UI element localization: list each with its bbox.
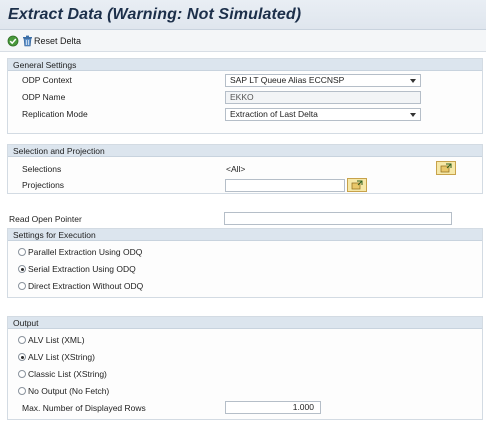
projections-edit-button[interactable]	[347, 178, 367, 192]
radio-button[interactable]	[18, 353, 26, 361]
max-rows-value: 1.000	[292, 402, 314, 412]
multiple-selection-icon	[440, 163, 452, 173]
execute-button[interactable]	[7, 34, 19, 48]
selections-value: <All>	[226, 164, 246, 174]
radio-label: Parallel Extraction Using ODQ	[28, 247, 143, 257]
radio-button[interactable]	[18, 370, 26, 378]
radio-button[interactable]	[18, 265, 26, 273]
trash-icon	[23, 35, 32, 47]
output-group: Output ALV List (XML) ALV List (XString)…	[7, 316, 483, 420]
max-rows-input[interactable]: 1.000	[225, 401, 321, 414]
selections-edit-button[interactable]	[436, 161, 456, 175]
radio-no-output[interactable]: No Output (No Fetch)	[18, 385, 109, 397]
radio-label: Direct Extraction Without ODQ	[28, 281, 144, 291]
execution-settings-group: Settings for Execution Parallel Extracti…	[7, 228, 483, 298]
read-open-pointer-input[interactable]	[224, 212, 452, 225]
title-bar: Extract Data (Warning: Not Simulated)	[0, 0, 486, 30]
selection-projection-group: Selection and Projection Selections <All…	[7, 144, 483, 194]
radio-serial-extraction[interactable]: Serial Extraction Using ODQ	[18, 263, 136, 275]
odp-name-value: EKKO	[230, 92, 254, 102]
replication-mode-dropdown[interactable]: Extraction of Last Delta	[225, 108, 421, 121]
replication-mode-label: Replication Mode	[22, 109, 88, 119]
chevron-down-icon	[410, 113, 416, 117]
radio-alv-xstring[interactable]: ALV List (XString)	[18, 351, 95, 363]
projections-input[interactable]	[225, 179, 345, 192]
odp-context-value: SAP LT Queue Alias ECCNSP	[230, 75, 345, 85]
general-settings-group: General Settings ODP Context SAP LT Queu…	[7, 58, 483, 134]
radio-label: Serial Extraction Using ODQ	[28, 264, 136, 274]
replication-mode-value: Extraction of Last Delta	[230, 109, 318, 119]
projections-label: Projections	[22, 180, 65, 190]
radio-label: ALV List (XString)	[28, 352, 95, 362]
output-header: Output	[8, 317, 482, 329]
odp-context-dropdown[interactable]: SAP LT Queue Alias ECCNSP	[225, 74, 421, 87]
selection-projection-header: Selection and Projection	[8, 145, 482, 157]
main-content: General Settings ODP Context SAP LT Queu…	[0, 52, 486, 431]
page-title: Extract Data (Warning: Not Simulated)	[8, 6, 302, 23]
read-open-pointer-label: Read Open Pointer	[9, 214, 82, 224]
radio-button[interactable]	[18, 336, 26, 344]
execute-icon	[7, 35, 19, 47]
radio-label: ALV List (XML)	[28, 335, 85, 345]
radio-alv-xml[interactable]: ALV List (XML)	[18, 334, 85, 346]
radio-label: No Output (No Fetch)	[28, 386, 110, 396]
radio-button[interactable]	[18, 248, 26, 256]
max-rows-label: Max. Number of Displayed Rows	[22, 403, 146, 413]
execution-settings-header: Settings for Execution	[8, 229, 482, 241]
general-settings-header: General Settings	[8, 59, 482, 71]
odp-name-label: ODP Name	[22, 92, 66, 102]
chevron-down-icon	[410, 79, 416, 83]
radio-classic-list[interactable]: Classic List (XString)	[18, 368, 107, 380]
odp-name-field: EKKO	[225, 91, 421, 104]
selections-label: Selections	[22, 164, 62, 174]
reset-delta-label: Reset Delta	[34, 36, 82, 46]
odp-context-label: ODP Context	[22, 75, 72, 85]
multiple-selection-icon	[351, 180, 363, 190]
reset-delta-button[interactable]: Reset Delta	[22, 34, 81, 48]
radio-button[interactable]	[18, 282, 26, 290]
radio-button[interactable]	[18, 387, 26, 395]
radio-label: Classic List (XString)	[28, 369, 107, 379]
radio-parallel-extraction[interactable]: Parallel Extraction Using ODQ	[18, 246, 142, 258]
radio-direct-extraction[interactable]: Direct Extraction Without ODQ	[18, 280, 143, 292]
toolbar: Reset Delta	[0, 30, 486, 52]
